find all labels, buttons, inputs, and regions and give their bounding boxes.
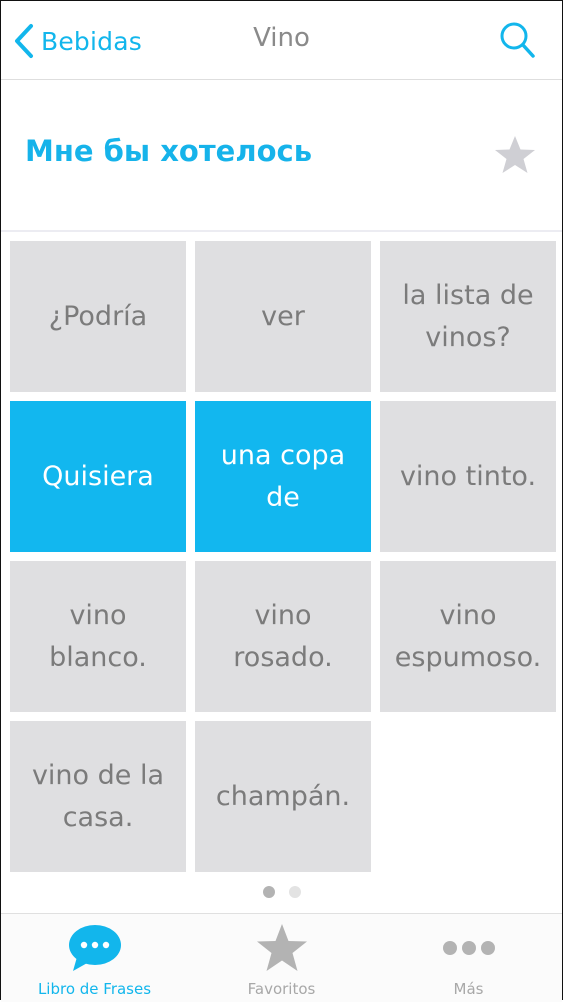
tab-label: Libro de Frases	[37, 980, 152, 998]
page-dot[interactable]	[262, 886, 275, 898]
phrase-header: Мне бы хотелось	[1, 80, 562, 232]
page-dot[interactable]	[288, 886, 301, 898]
star-icon	[495, 136, 535, 173]
phrase-translation: Мне бы хотелось	[25, 134, 313, 168]
screen: Bebidas Vino Мне бы хотелось ¿Podría ver l…	[0, 0, 563, 1002]
word-tile[interactable]: vino blanco.	[10, 561, 186, 712]
word-tile[interactable]: ver	[195, 241, 371, 392]
word-tile[interactable]: champán.	[195, 721, 371, 872]
word-tile[interactable]: vino rosado.	[195, 561, 371, 712]
tab-phrasebook[interactable]: Libro de Frases	[1, 914, 188, 1002]
word-tile[interactable]: la lista de vinos?	[380, 241, 556, 392]
tab-bar: Libro de Frases Favoritos Más	[1, 913, 562, 1002]
word-tile[interactable]: vino espumoso.	[380, 561, 556, 712]
word-tile[interactable]: Quisiera	[10, 401, 186, 552]
speech-bubble-icon	[68, 925, 121, 971]
more-dots-icon	[442, 941, 495, 955]
tab-label: Favoritos	[247, 980, 316, 998]
navigation-bar: Bebidas Vino	[1, 1, 562, 80]
word-tile[interactable]: vino tinto.	[380, 401, 556, 552]
word-tile[interactable]: una copa de	[195, 401, 371, 552]
word-grid: ¿Podría ver la lista de vinos? Quisiera una …	[10, 241, 556, 872]
page-title: Vino	[253, 23, 310, 53]
page-indicator[interactable]	[1, 886, 562, 898]
tab-more[interactable]: Más	[375, 914, 562, 1002]
tab-label: Más	[453, 980, 484, 998]
favorite-button[interactable]	[494, 134, 536, 176]
star-icon	[256, 924, 307, 971]
empty-tile-slot	[380, 721, 556, 872]
word-tile[interactable]: vino de la casa.	[10, 721, 186, 872]
word-tile[interactable]: ¿Podría	[10, 241, 186, 392]
tab-favorites[interactable]: Favoritos	[188, 914, 375, 1002]
search-button[interactable]	[498, 21, 538, 61]
search-icon	[500, 22, 535, 58]
